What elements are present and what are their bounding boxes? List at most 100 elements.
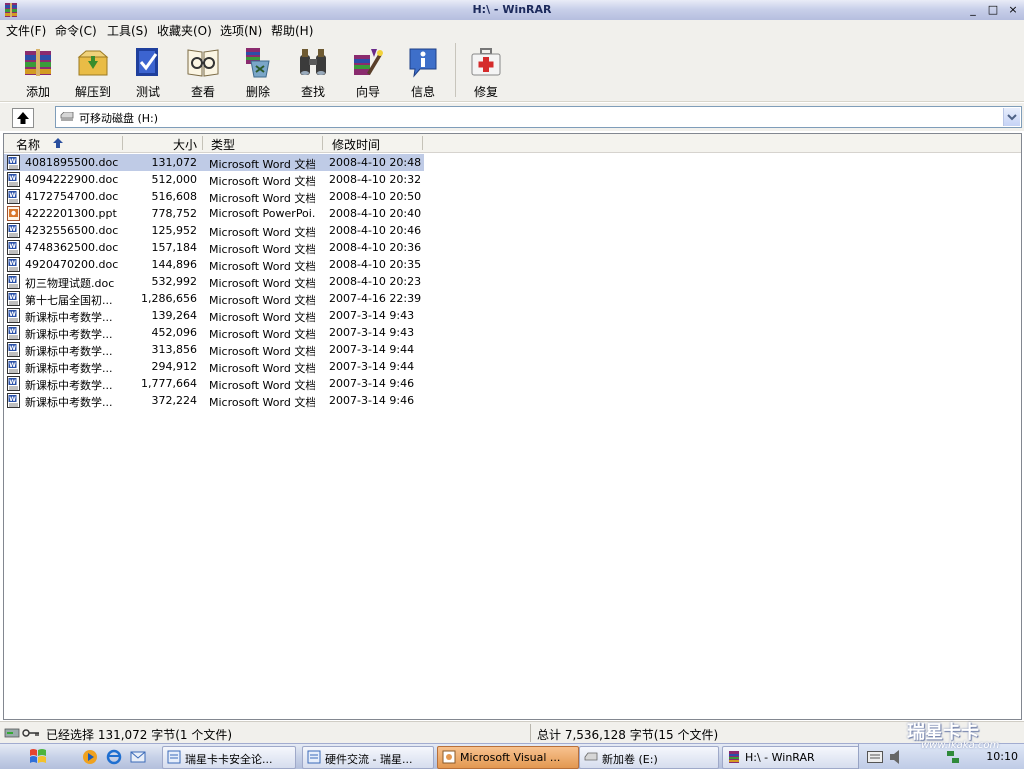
ie-quicklaunch-icon[interactable] xyxy=(106,749,122,765)
address-combobox[interactable]: 可移动磁盘 (H:) xyxy=(55,106,1022,128)
powerpoint-file-icon xyxy=(7,206,20,221)
toolbar: 添加 解压到 测试 查看 删除 查找 向导 信息 修复 xyxy=(0,39,1024,102)
column-header-type[interactable]: 类型 xyxy=(211,136,235,153)
file-row[interactable]: W 4094222900.doc 512,000 Microsoft Word 文档 2… xyxy=(4,171,424,188)
column-divider[interactable] xyxy=(322,136,323,150)
delete-button[interactable]: 删除 xyxy=(232,43,284,99)
menu-favorites[interactable]: 收藏夹(O) xyxy=(157,22,212,39)
file-modified: 2007-3-14 9:46 xyxy=(329,377,415,390)
column-divider[interactable] xyxy=(202,136,203,150)
drive-status-icon xyxy=(4,728,20,738)
taskbar-button[interactable]: 新加卷 (E:) xyxy=(579,746,719,769)
column-header-size[interactable]: 大小 xyxy=(173,136,197,153)
test-icon xyxy=(136,48,158,76)
first-aid-kit-icon xyxy=(471,48,501,76)
find-button[interactable]: 查找 xyxy=(287,43,339,99)
word-file-icon: W xyxy=(7,376,20,391)
taskbar-button[interactable]: Microsoft Visual ... xyxy=(437,746,579,769)
file-size: 131,072 xyxy=(151,156,198,169)
minimize-button[interactable]: _ xyxy=(965,3,981,17)
word-file-icon: W xyxy=(7,223,20,238)
taskbar-button[interactable]: H:\ - WinRAR xyxy=(722,746,862,769)
file-modified: 2008-4-10 20:40 xyxy=(329,207,422,220)
file-type: Microsoft Word 文档 xyxy=(209,396,315,409)
toolbar-separator xyxy=(455,43,456,97)
file-type: Microsoft Word 文档 xyxy=(209,311,315,324)
view-label: 查看 xyxy=(190,85,215,99)
list-header: 名称 大小 类型 修改时间 xyxy=(4,134,1021,153)
file-row[interactable]: W 4748362500.doc 157,184 Microsoft Word 文档 2… xyxy=(4,239,424,256)
address-value: 可移动磁盘 (H:) xyxy=(79,112,159,125)
title-bar: H:\ - WinRAR _ □ × xyxy=(0,0,1024,21)
file-row[interactable]: W 新课标中考数学... 139,264 Microsoft Word 文档 2007-… xyxy=(4,307,424,324)
status-divider xyxy=(530,724,531,742)
outlook-quicklaunch-icon[interactable] xyxy=(130,749,146,765)
repair-button[interactable]: 修复 xyxy=(460,43,512,99)
file-row[interactable]: W 4172754700.doc 516,608 Microsoft Word 文档 2… xyxy=(4,188,424,205)
removable-drive-icon xyxy=(60,112,74,121)
file-row[interactable]: 4222201300.ppt 778,752 Microsoft PowerPoi.… xyxy=(4,205,424,222)
file-row[interactable]: W 4081895500.doc 131,072 Microsoft Word 文档 2… xyxy=(4,154,424,171)
info-icon xyxy=(409,48,437,78)
file-type: Microsoft Word 文档 xyxy=(209,158,315,171)
watermark-logo: 瑞星卡卡 www.ikaka.com xyxy=(895,716,1015,756)
file-row[interactable]: W 新课标中考数学... 1,777,664 Microsoft Word 文档 200… xyxy=(4,375,424,392)
file-type: Microsoft Word 文档 xyxy=(209,345,315,358)
test-button[interactable]: 测试 xyxy=(122,43,174,99)
file-size: 532,992 xyxy=(151,275,198,288)
column-divider[interactable] xyxy=(422,136,423,150)
file-modified: 2007-3-14 9:46 xyxy=(329,394,415,407)
taskbar-button[interactable]: 瑞星卡卡安全论... xyxy=(162,746,296,769)
add-button[interactable]: 添加 xyxy=(12,43,64,99)
file-size: 1,286,656 xyxy=(141,292,197,305)
word-file-icon: W xyxy=(7,274,20,289)
file-modified: 2008-4-10 20:46 xyxy=(329,224,422,237)
extract-button[interactable]: 解压到 xyxy=(67,43,119,99)
taskbar-button[interactable]: 硬件交流 - 瑞星... xyxy=(302,746,434,769)
column-divider[interactable] xyxy=(122,136,123,150)
info-button[interactable]: 信息 xyxy=(397,43,449,99)
file-modified: 2008-4-10 20:32 xyxy=(329,173,422,186)
media-player-icon[interactable] xyxy=(82,749,98,765)
windows-start-icon[interactable] xyxy=(28,747,48,766)
maximize-button[interactable]: □ xyxy=(985,3,1001,17)
file-row[interactable]: W 新课标中考数学... 452,096 Microsoft Word 文档 2007-… xyxy=(4,324,424,341)
file-type: Microsoft Word 文档 xyxy=(209,175,315,188)
file-row[interactable]: W 新课标中考数学... 294,912 Microsoft Word 文档 2007-… xyxy=(4,358,424,375)
word-file-icon: W xyxy=(7,189,20,204)
file-row[interactable]: W 新课标中考数学... 372,224 Microsoft Word 文档 2007-… xyxy=(4,392,424,409)
file-name: 新课标中考数学... xyxy=(25,362,113,375)
file-row[interactable]: W 新课标中考数学... 313,856 Microsoft Word 文档 2007-… xyxy=(4,341,424,358)
selection-status: 已经选择 131,072 字节(1 个文件) xyxy=(46,728,233,742)
file-name: 第十七届全国初... xyxy=(25,294,113,307)
menu-options[interactable]: 选项(N) xyxy=(220,22,262,39)
delete-label: 删除 xyxy=(245,85,270,99)
keyboard-icon[interactable] xyxy=(867,751,883,763)
up-folder-button[interactable] xyxy=(12,108,34,128)
svg-text:W: W xyxy=(9,345,16,352)
file-size: 125,952 xyxy=(151,224,198,237)
file-size: 139,264 xyxy=(151,309,198,322)
column-header-name[interactable]: 名称 xyxy=(16,136,40,153)
file-modified: 2008-4-10 20:48 xyxy=(329,156,422,169)
svg-text:W: W xyxy=(9,226,16,233)
file-name: 4920470200.doc xyxy=(25,258,119,271)
column-header-modified[interactable]: 修改时间 xyxy=(332,136,380,153)
file-row[interactable]: W 初三物理试题.doc 532,992 Microsoft Word 文档 2008-… xyxy=(4,273,424,290)
menu-help[interactable]: 帮助(H) xyxy=(271,22,313,39)
address-dropdown-button[interactable] xyxy=(1003,108,1020,126)
add-label: 添加 xyxy=(25,85,50,99)
view-button[interactable]: 查看 xyxy=(177,43,229,99)
file-type: Microsoft Word 文档 xyxy=(209,243,315,256)
archive-add-icon xyxy=(25,49,51,76)
menu-command[interactable]: 命令(C) xyxy=(55,22,97,39)
menu-tools[interactable]: 工具(S) xyxy=(107,22,148,39)
file-list[interactable]: 名称 大小 类型 修改时间 W 4081895500.doc 131,072 Micr… xyxy=(3,133,1022,720)
file-name: 4081895500.doc xyxy=(25,156,119,169)
close-button[interactable]: × xyxy=(1005,3,1021,17)
menu-file[interactable]: 文件(F) xyxy=(6,22,46,39)
wizard-button[interactable]: 向导 xyxy=(342,43,394,99)
file-row[interactable]: W 第十七届全国初... 1,286,656 Microsoft Word 文档 200… xyxy=(4,290,424,307)
file-row[interactable]: W 4232556500.doc 125,952 Microsoft Word 文档 2… xyxy=(4,222,424,239)
file-row[interactable]: W 4920470200.doc 144,896 Microsoft Word 文档 2… xyxy=(4,256,424,273)
